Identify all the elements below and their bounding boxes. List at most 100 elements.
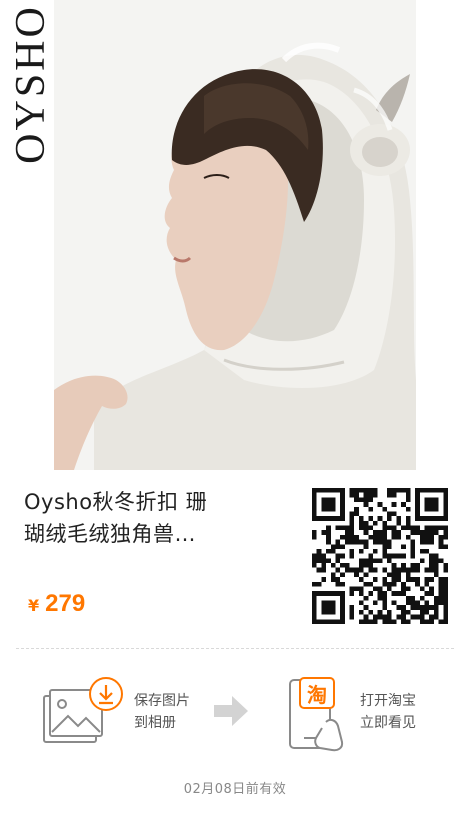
- qr-module: [372, 577, 378, 582]
- qr-module: [330, 548, 336, 554]
- qr-module: [349, 605, 355, 610]
- dashed-divider: [16, 648, 454, 649]
- qr-module: [358, 600, 364, 606]
- qr-module: [438, 577, 444, 582]
- qr-module: [429, 577, 434, 582]
- qr-module: [410, 600, 416, 606]
- qr-module: [424, 581, 430, 587]
- qr-module: [377, 595, 383, 601]
- qr-module: [382, 581, 388, 587]
- qr-module: [330, 600, 336, 606]
- qr-module: [363, 520, 369, 526]
- qr-module: [349, 492, 355, 498]
- qr-module: [401, 586, 406, 592]
- qr-module: [316, 488, 322, 493]
- product-title-line-2: 瑚绒毛绒独角兽…: [24, 522, 196, 546]
- qr-module: [340, 488, 345, 493]
- qr-module: [382, 605, 388, 610]
- qr-module: [405, 595, 411, 601]
- qr-module: [340, 581, 345, 587]
- qr-module: [344, 567, 350, 573]
- qr-module: [368, 525, 373, 531]
- qr-module: [330, 591, 336, 596]
- qr-module: [424, 506, 430, 512]
- qr-module: [354, 567, 359, 573]
- qr-module: [358, 591, 364, 596]
- qr-module: [363, 572, 369, 578]
- qr-module: [396, 577, 402, 582]
- qr-module: [424, 488, 430, 493]
- qr-module: [372, 548, 378, 554]
- qr-module: [438, 600, 444, 606]
- qr-module: [396, 591, 402, 596]
- qr-module: [401, 591, 406, 596]
- qr-module: [326, 539, 331, 545]
- qr-module: [368, 492, 373, 498]
- qr-module: [344, 530, 350, 535]
- qr-module: [335, 516, 341, 521]
- qr-module: [424, 567, 430, 573]
- qr-module: [415, 506, 420, 512]
- save-instruction-line-2: 到相册: [134, 715, 176, 731]
- qr-module: [349, 567, 355, 573]
- open-instruction-line-1: 打开淘宝: [360, 693, 416, 709]
- qr-module: [382, 520, 388, 526]
- qr-module: [330, 563, 336, 568]
- qr-module: [354, 492, 359, 498]
- qr-module: [443, 530, 448, 535]
- qr-module: [419, 605, 425, 610]
- qr-module: [387, 553, 392, 559]
- qr-module: [429, 516, 434, 521]
- qr-module: [387, 614, 392, 620]
- qr-module: [358, 497, 364, 503]
- qr-module: [415, 511, 420, 517]
- qr-module: [391, 525, 397, 531]
- qr-module: [419, 488, 425, 493]
- qr-module: [326, 609, 331, 615]
- qr-module: [354, 586, 359, 592]
- qr-module: [433, 488, 439, 493]
- qr-module: [382, 534, 388, 540]
- qr-module: [433, 553, 439, 559]
- qr-module: [429, 525, 434, 531]
- qr-module: [316, 619, 322, 624]
- download-image-icon: [42, 674, 126, 748]
- qr-module: [330, 544, 336, 549]
- qr-module: [335, 577, 341, 582]
- qr-module: [419, 539, 425, 545]
- qr-module: [326, 558, 331, 564]
- open-taobao-instruction: 打开淘宝 立即看见: [360, 690, 416, 734]
- qr-module: [326, 619, 331, 624]
- qr-module: [358, 619, 364, 624]
- qr-module: [354, 506, 359, 512]
- qr-module: [377, 586, 383, 592]
- qr-module: [312, 558, 317, 564]
- qr-module: [349, 488, 355, 493]
- qr-module: [372, 520, 378, 526]
- qr-module: [344, 539, 350, 545]
- qr-module: [438, 488, 444, 493]
- qr-module: [424, 502, 430, 507]
- qr-module: [316, 548, 322, 554]
- qr-module: [401, 502, 406, 507]
- qr-module: [372, 488, 378, 493]
- qr-module: [330, 502, 336, 507]
- qr-module: [335, 553, 341, 559]
- qr-module: [358, 516, 364, 521]
- qr-module: [335, 539, 341, 545]
- qr-module: [340, 619, 345, 624]
- qr-code: [312, 488, 448, 624]
- qr-module: [372, 567, 378, 573]
- qr-module: [316, 591, 322, 596]
- qr-module: [443, 595, 448, 601]
- qr-module: [391, 530, 397, 535]
- qr-module: [321, 553, 327, 559]
- qr-module: [363, 605, 369, 610]
- qr-module: [424, 577, 430, 582]
- qr-module: [349, 516, 355, 521]
- qr-module: [340, 497, 345, 503]
- qr-module: [424, 605, 430, 610]
- qr-module: [443, 619, 448, 624]
- qr-module: [312, 605, 317, 610]
- qr-module: [438, 581, 444, 587]
